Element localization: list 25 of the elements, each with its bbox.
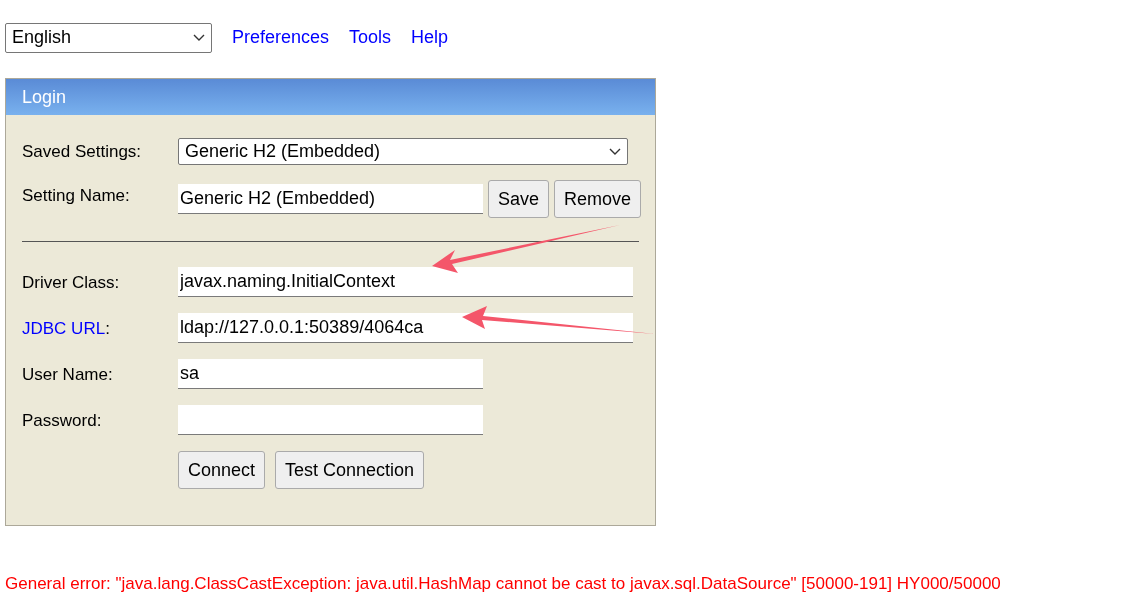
field-label: User Name: [22, 364, 114, 386]
field-label: Password: [22, 410, 103, 432]
nav-link[interactable]: Tools [349, 24, 392, 51]
action-button[interactable]: Save [488, 180, 550, 218]
action-button[interactable]: Remove [554, 180, 642, 218]
action-button[interactable]: Test Connection [275, 451, 425, 489]
input-field[interactable]: javax.naming.InitialContext [178, 267, 633, 297]
field-label: Setting Name: [22, 185, 131, 207]
nav-link[interactable]: Help [411, 24, 449, 51]
input-field[interactable]: sa [178, 359, 483, 389]
field-label: Driver Class: [22, 272, 121, 294]
panel-header: Login [6, 79, 655, 115]
nav-link[interactable]: Preferences [232, 24, 330, 51]
input-field[interactable]: Generic H2 (Embedded) [178, 184, 483, 214]
input-field[interactable]: ldap://127.0.0.1:50389/4064ca [178, 313, 633, 343]
field-label: Saved Settings: [22, 140, 143, 163]
input-field[interactable] [178, 405, 483, 435]
action-button[interactable]: Connect [178, 451, 266, 489]
label-colon: : [105, 318, 110, 340]
chevron-down-icon [609, 147, 621, 156]
error-message: General error: "java.lang.ClassCastException: java.util.HashMap cannot be cast to javax.sql.DataSource" [50000-191] HY000/50000 [5, 573, 1002, 595]
dropdown[interactable]: English [5, 22, 212, 53]
jdbc-url-link[interactable]: JDBC URL [22, 316, 106, 342]
dropdown[interactable]: Generic H2 (Embedded) [178, 138, 628, 165]
chevron-down-icon [193, 33, 205, 42]
